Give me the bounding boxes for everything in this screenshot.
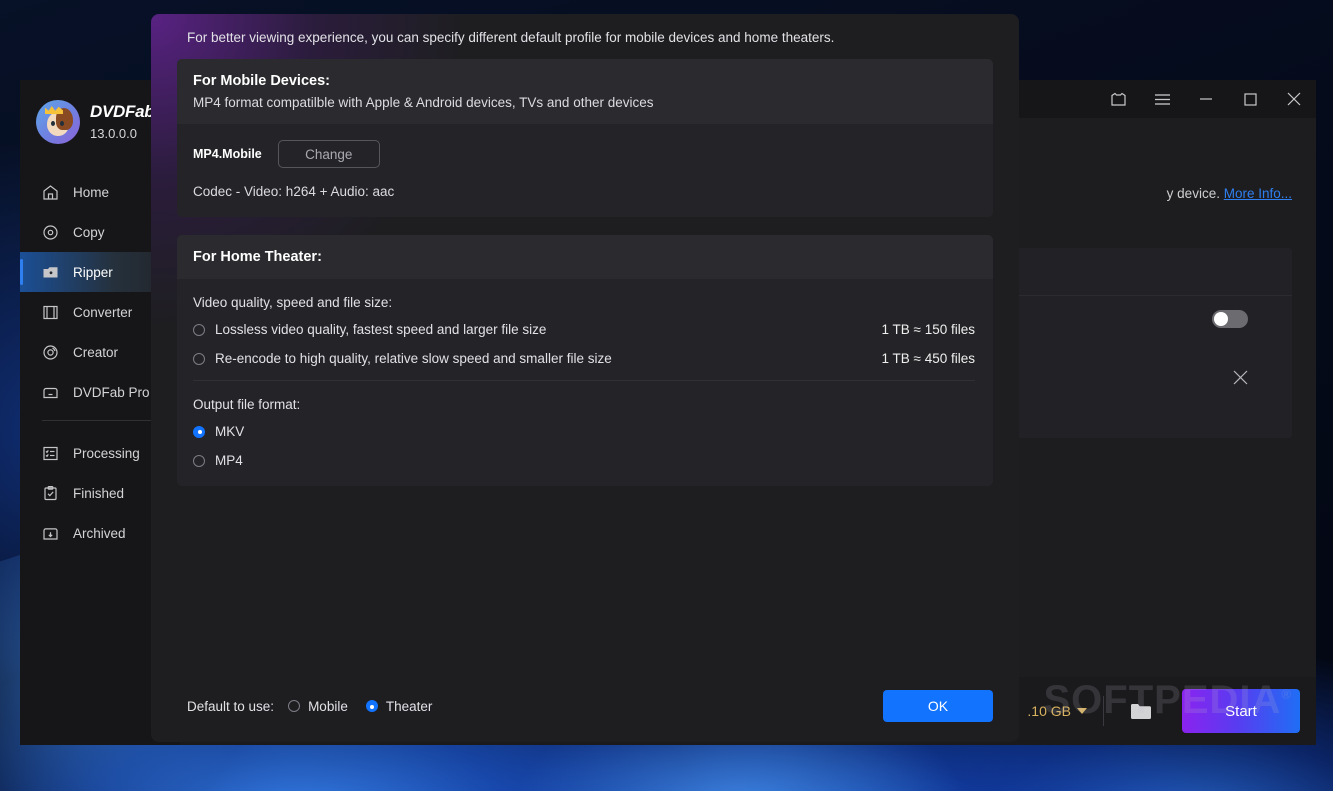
mobile-panel-title: For Mobile Devices: [193,73,330,89]
sidebar-item-label: Copy [73,224,105,240]
change-profile-button[interactable]: Change [277,140,380,168]
theater-panel-title: For Home Theater: [193,249,322,265]
format-option-mp4[interactable]: MP4 [193,453,975,468]
format-option-label: MKV [215,424,245,439]
theater-panel-header: For Home Theater: [177,235,993,279]
dialog-intro-text: For better viewing experience, you can s… [187,30,835,45]
maximize-icon[interactable] [1228,80,1272,118]
change-button-label: Change [305,146,353,162]
theater-panel-body: Video quality, speed and file size: Loss… [177,279,993,486]
dialog-footer: Default to use: Mobile Theater OK [151,670,1019,742]
start-label: Start [1225,702,1257,720]
more-info-link[interactable]: More Info... [1224,186,1292,201]
output-size-label: .10 GB [1027,703,1071,719]
film-icon [42,304,59,321]
quality-option-label: Re-encode to high quality, relative slow… [215,351,612,366]
home-icon [42,184,59,201]
toggle-knob [1214,312,1228,326]
quality-option-label: Lossless video quality, fastest speed an… [215,322,547,337]
chevron-down-icon [1077,708,1087,714]
default-option-mobile[interactable]: Mobile [288,699,348,714]
hamburger-menu-icon[interactable] [1140,80,1184,118]
default-profile-dialog: For better viewing experience, you can s… [151,14,1019,742]
mobile-profile-label: MP4.Mobile [193,147,262,161]
sidebar-item-label: Archived [73,525,126,541]
radio-reencode[interactable] [193,352,205,365]
radio-mkv[interactable] [193,425,205,438]
default-option-theater[interactable]: Theater [365,698,433,714]
start-button[interactable]: Start [1182,689,1300,733]
radio-default-theater[interactable] [365,700,378,712]
sidebar-item-label: Creator [73,344,119,360]
radio-lossless[interactable] [193,323,205,336]
mobile-panel-body: MP4.Mobile Change Codec - Video: h264 + … [177,124,993,217]
app-logo-icon [36,100,80,144]
radio-mp4[interactable] [193,454,205,467]
mobile-devices-panel: For Mobile Devices: MP4 format compatilb… [177,59,993,217]
folder-icon[interactable] [1120,690,1162,732]
ok-button-label: OK [927,698,949,714]
list-check-icon [42,445,59,462]
clipboard-check-icon [42,485,59,502]
mobile-panel-header: For Mobile Devices: MP4 format compatilb… [177,59,993,124]
app-version: 13.0.0.0 [90,125,137,141]
quality-option-lossless[interactable]: Lossless video quality, fastest speed an… [193,322,975,337]
sidebar-item-label: Converter [73,304,133,320]
row-close-icon[interactable] [1233,370,1248,390]
format-option-label: MP4 [215,453,243,468]
mobile-profile-row: MP4.Mobile Change [193,140,975,168]
sidebar-item-label: Processing [73,445,140,461]
mobile-codec-line: Codec - Video: h264 + Audio: aac [193,184,395,199]
home-theater-panel: For Home Theater: Video quality, speed a… [177,235,993,486]
box-icon [42,384,59,401]
quality-option-note: 1 TB ≈ 450 files [881,351,975,366]
toolbar-divider [1103,696,1104,726]
default-option-label: Mobile [308,698,348,714]
default-option-label: Theater [385,698,433,714]
format-option-mkv[interactable]: MKV [193,424,975,439]
quality-option-note: 1 TB ≈ 150 files [881,322,975,337]
row-toggle-switch[interactable] [1212,310,1248,328]
sidebar-divider [42,420,166,421]
archive-icon [42,525,59,542]
quality-option-reencode[interactable]: Re-encode to high quality, relative slow… [193,351,975,366]
brand-name: DVDFab [90,102,155,121]
sidebar-item-label: Home [73,184,110,200]
disc-burn-icon [42,344,59,361]
mobile-panel-subtitle: MP4 format compatilble with Apple & Andr… [193,95,654,110]
default-to-use-group: Default to use: Mobile Theater [187,699,450,714]
video-quality-label: Video quality, speed and file size: [193,295,393,310]
sidebar-item-label: DVDFab Pro [73,384,150,400]
sidebar-item-label: Ripper [73,264,113,280]
close-icon[interactable] [1272,80,1316,118]
shirt-icon[interactable] [1096,80,1140,118]
disc-icon [42,224,59,241]
notice-text: y device. [1166,186,1220,201]
sidebar-item-label: Finished [73,485,125,501]
output-size-selector[interactable]: .10 GB [1027,703,1103,719]
ripper-icon [42,264,59,281]
output-format-label: Output file format: [193,397,301,412]
minimize-icon[interactable] [1184,80,1228,118]
default-to-use-label: Default to use: [187,698,275,714]
panel-divider [193,380,975,381]
ok-button[interactable]: OK [883,690,993,722]
radio-default-mobile[interactable] [288,700,301,712]
